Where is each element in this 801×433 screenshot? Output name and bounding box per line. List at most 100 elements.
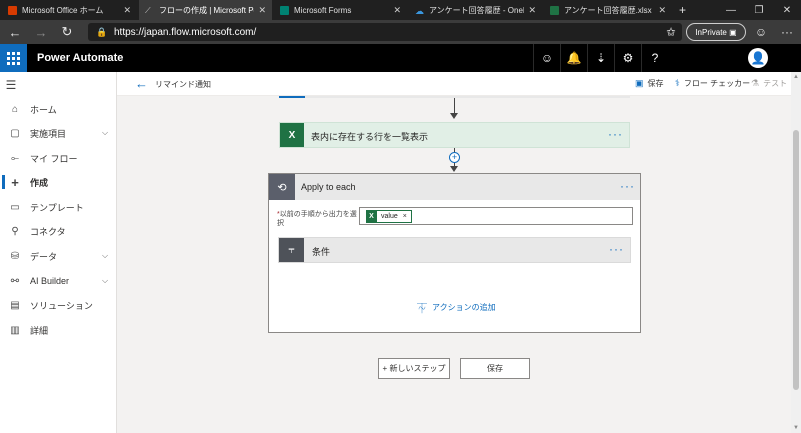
- avatar[interactable]: 👤: [748, 48, 768, 68]
- forms-icon: [280, 5, 289, 15]
- command-bar: ← リマインド通知 ▣ 保存 ⚕ フロー チェッカー ⚗ テスト: [117, 72, 791, 96]
- previous-step-accent: [279, 96, 305, 98]
- onedrive-icon: ☁: [415, 5, 424, 16]
- lock-icon: 🔒: [96, 27, 108, 37]
- refresh-icon[interactable]: ↻: [56, 20, 78, 44]
- flow-icon: ⟜: [11, 152, 19, 164]
- forward-icon[interactable]: →: [30, 20, 52, 44]
- more-options-icon[interactable]: ···: [620, 179, 635, 193]
- apply-to-each-card: ⟲ Apply to each ··· *以前の手順から出力を選択 X valu…: [268, 173, 641, 333]
- sidebar-item-learn[interactable]: ▥ 詳細: [0, 318, 116, 342]
- save-label: 保存: [487, 364, 503, 373]
- new-tab-button[interactable]: +: [674, 0, 694, 20]
- browser-tab-office[interactable]: Microsoft Office ホーム ✕: [2, 0, 137, 20]
- minimize-icon[interactable]: —: [717, 0, 745, 20]
- add-action-button[interactable]: ⏇ アクションの追加: [417, 300, 496, 315]
- connector-line: [454, 98, 455, 113]
- close-tab-icon[interactable]: ✕: [123, 5, 131, 16]
- sidebar-item-create[interactable]: + 作成: [0, 170, 116, 194]
- sidebar-item-label: ソリューション: [30, 300, 93, 311]
- chevron-down-icon: ⌵: [102, 251, 109, 260]
- app-launcher-icon[interactable]: [0, 44, 27, 72]
- new-step-button[interactable]: + 新しいステップ: [378, 358, 450, 379]
- sidebar-item-data[interactable]: ⛁ データ ⌵: [0, 244, 116, 268]
- hamburger-menu-icon[interactable]: ☰: [0, 76, 22, 94]
- scrollbar-thumb[interactable]: [793, 130, 799, 390]
- close-tab-icon[interactable]: ✕: [658, 5, 666, 16]
- tab-title: フローの作成 | Microsoft Power Automate: [159, 5, 254, 15]
- sidebar-item-home[interactable]: ⌂ ホーム: [0, 97, 116, 121]
- sidebar-item-templates[interactable]: ▭ テンプレート: [0, 195, 116, 219]
- smiley-icon[interactable]: ☺: [533, 44, 560, 72]
- close-window-icon[interactable]: ✕: [773, 0, 801, 20]
- save-command[interactable]: ▣ 保存: [635, 78, 664, 89]
- app-header: Power Automate ☺ 🔔 ⇣ ⚙ ? 👤: [0, 44, 801, 72]
- inprivate-badge[interactable]: InPrivate ▣: [686, 23, 746, 41]
- book-icon: ▥: [10, 324, 20, 336]
- close-tab-icon[interactable]: ✕: [393, 5, 401, 16]
- back-arrow-icon[interactable]: ←: [135, 76, 148, 91]
- flow-checker-label: フロー チェッカー: [683, 79, 751, 88]
- sidebar-item-label: 作成: [30, 177, 49, 188]
- step-title: 表内に存在する行を一覧表示: [311, 132, 429, 142]
- inprivate-icon: ▣: [729, 27, 737, 37]
- browser-tab-onedrive[interactable]: ☁ アンケート回答履歴 - OneDrive ✕: [409, 0, 542, 20]
- browser-tab-excel[interactable]: アンケート回答履歴.xlsx ✕: [544, 0, 672, 20]
- browser-tab-forms[interactable]: Microsoft Forms ✕: [274, 0, 407, 20]
- office-icon: [8, 5, 17, 15]
- back-icon[interactable]: ←: [4, 20, 26, 44]
- favorites-icon[interactable]: ✩: [660, 20, 682, 44]
- more-icon[interactable]: ···: [776, 20, 798, 44]
- step-title: Apply to each: [301, 182, 356, 192]
- sidebar-item-connectors[interactable]: ⚲ コネクタ: [0, 219, 116, 243]
- close-tab-icon[interactable]: ✕: [258, 5, 266, 16]
- sidebar-item-ai-builder[interactable]: ⚯ AI Builder ⌵: [0, 269, 116, 293]
- template-icon: ▭: [10, 201, 20, 213]
- download-icon[interactable]: ⇣: [587, 44, 614, 72]
- new-step-label: + 新しいステップ: [382, 364, 446, 373]
- flow-name[interactable]: リマインド通知: [155, 79, 211, 90]
- bell-icon[interactable]: 🔔: [560, 44, 587, 72]
- sidebar-item-solutions[interactable]: ▤ ソリューション: [0, 293, 116, 317]
- stethoscope-icon: ⚕: [675, 78, 680, 88]
- excel-icon: X: [366, 209, 377, 223]
- home-icon: ⌂: [11, 103, 19, 115]
- dynamic-content-token[interactable]: X value ×: [366, 209, 412, 223]
- list-rows-step-card[interactable]: X 表内に存在する行を一覧表示 ···: [279, 122, 630, 148]
- connector-icon: ⚲: [11, 225, 19, 237]
- flow-checker-command[interactable]: ⚕ フロー チェッカー: [675, 78, 750, 89]
- url-text: https://japan.flow.microsoft.com/: [114, 26, 257, 38]
- sidebar-item-label: テンプレート: [30, 202, 84, 213]
- scroll-up-icon[interactable]: ▲: [793, 74, 799, 80]
- sidebar-item-my-flows[interactable]: ⟜ マイ フロー: [0, 146, 116, 170]
- plus-icon: +: [11, 174, 19, 190]
- help-icon[interactable]: ?: [641, 44, 668, 72]
- sidebar-item-label: ホーム: [30, 104, 57, 115]
- add-action-label: アクションの追加: [432, 303, 496, 312]
- insert-step-plus-icon[interactable]: +: [449, 152, 460, 163]
- more-options-icon[interactable]: ···: [609, 242, 624, 256]
- vertical-scrollbar[interactable]: ▲ ▼: [791, 72, 801, 433]
- url-field[interactable]: 🔒 https://japan.flow.microsoft.com/ ☆: [88, 23, 682, 41]
- test-command[interactable]: ⚗ テスト: [751, 78, 787, 89]
- excel-icon: X: [280, 123, 304, 147]
- add-action-icon: ⏇: [417, 304, 427, 315]
- feedback-icon[interactable]: ☺: [750, 20, 772, 44]
- solution-icon: ▤: [10, 299, 20, 311]
- field-label-text: 以前の手順から出力を選択: [277, 211, 357, 227]
- gear-icon[interactable]: ⚙: [614, 44, 641, 72]
- more-options-icon[interactable]: ···: [608, 127, 623, 141]
- data-icon: ⛁: [10, 250, 20, 262]
- scroll-down-icon[interactable]: ▼: [793, 425, 799, 431]
- app-title: Power Automate: [37, 52, 124, 64]
- remove-token-icon[interactable]: ×: [403, 213, 407, 220]
- apply-to-each-header[interactable]: ⟲ Apply to each ···: [269, 174, 640, 200]
- browser-tab-create-flow[interactable]: ⟋ フローの作成 | Microsoft Power Automate ✕: [139, 0, 272, 20]
- close-tab-icon[interactable]: ✕: [528, 5, 536, 16]
- sidebar-item-action-items[interactable]: ▢ 実施項目 ⌵: [0, 121, 116, 145]
- output-select-input[interactable]: X value ×: [359, 207, 633, 225]
- sidebar-item-label: データ: [30, 251, 58, 262]
- maximize-icon[interactable]: ❐: [745, 0, 773, 20]
- save-button[interactable]: 保存: [460, 358, 530, 379]
- condition-step-card[interactable]: ⫧ 条件 ···: [278, 237, 631, 263]
